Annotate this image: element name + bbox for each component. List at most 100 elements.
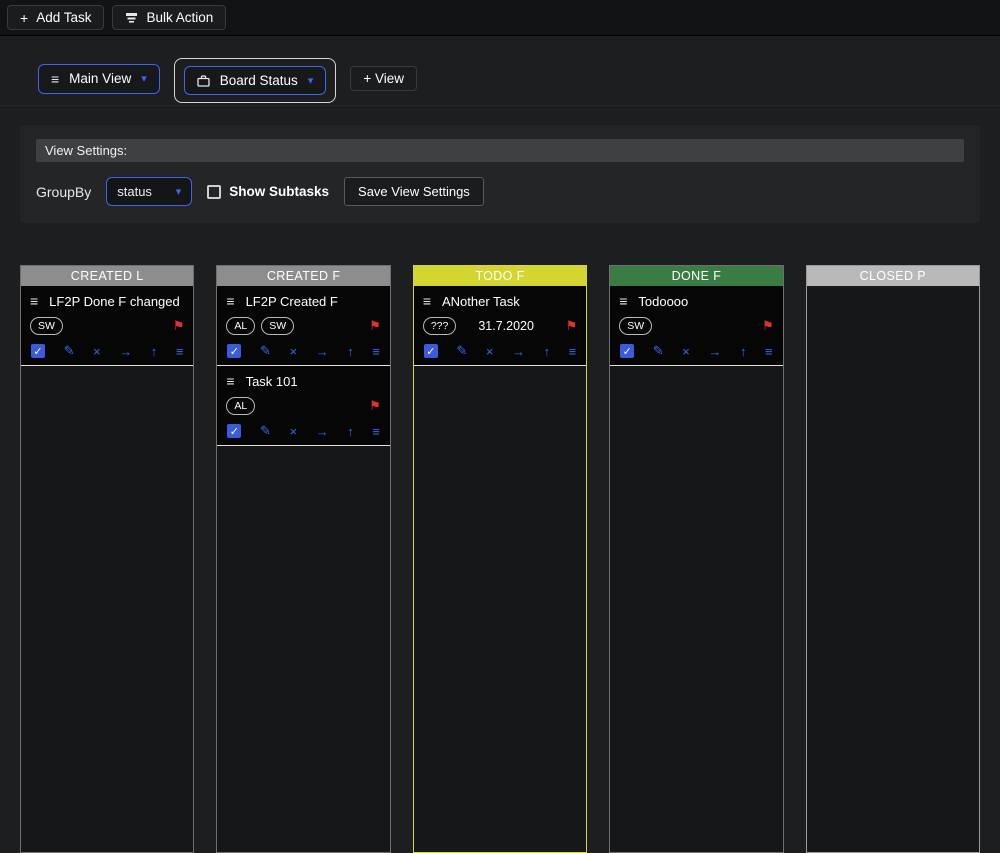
delete-icon[interactable]: × xyxy=(486,344,494,359)
card-title-row: ≡ LF2P Created F xyxy=(217,286,389,312)
card-title-row: ≡ Todoooo xyxy=(610,286,782,312)
task-title: Task 101 xyxy=(245,373,298,389)
task-card: ≡ Todoooo SW ⚑ ✓ ✎ × → ↑ ≡ xyxy=(610,286,783,366)
drag-handle-icon[interactable]: ≡ xyxy=(30,293,38,309)
edit-icon[interactable]: ✎ xyxy=(653,343,664,359)
top-toolbar: + Add Task Bulk Action xyxy=(0,0,1000,36)
check-icon: ✓ xyxy=(229,425,240,438)
task-checkbox[interactable]: ✓ xyxy=(227,344,242,358)
card-title-row: ≡ LF2P Done F changed xyxy=(21,286,193,312)
task-title: LF2P Created F xyxy=(245,293,338,309)
edit-icon[interactable]: ✎ xyxy=(260,343,271,359)
column-header: CLOSED P xyxy=(806,266,980,286)
column-header: CREATED F xyxy=(217,266,390,286)
assignee-badge: SW xyxy=(619,317,653,335)
move-right-icon[interactable]: → xyxy=(708,344,721,359)
menu-icon: ≡ xyxy=(51,70,60,87)
check-icon: ✓ xyxy=(229,345,240,358)
show-subtasks-label: Show Subtasks xyxy=(229,184,330,199)
flag-icon[interactable]: ⚑ xyxy=(173,318,185,334)
edit-icon[interactable]: ✎ xyxy=(456,343,467,359)
add-task-label: Add Task xyxy=(36,10,92,25)
flag-icon[interactable]: ⚑ xyxy=(369,318,381,334)
flag-icon[interactable]: ⚑ xyxy=(762,318,774,334)
drag-handle-icon[interactable]: ≡ xyxy=(619,293,627,309)
details-icon[interactable]: ≡ xyxy=(176,344,184,359)
card-title-row: ≡ Task 101 xyxy=(217,366,389,392)
assignee-badge: SW xyxy=(30,317,63,335)
show-subtasks-checkbox[interactable] xyxy=(207,184,222,199)
details-icon[interactable]: ≡ xyxy=(372,424,380,439)
add-view-label: + View xyxy=(363,71,404,86)
card-actions: ✓ ✎ × → ↑ ≡ xyxy=(21,340,193,365)
flag-icon[interactable]: ⚑ xyxy=(369,398,381,414)
delete-icon[interactable]: × xyxy=(289,344,297,359)
move-up-icon[interactable]: ↑ xyxy=(347,424,354,439)
task-card: ≡ LF2P Done F changed SW ⚑ ✓ ✎ × → ↑ ≡ xyxy=(21,286,194,366)
edit-icon[interactable]: ✎ xyxy=(64,343,75,359)
move-up-icon[interactable]: ↑ xyxy=(544,344,551,359)
tab-board-status-active: Board Status ▾ xyxy=(173,58,337,103)
chevron-down-icon: ▾ xyxy=(307,75,314,87)
task-title: LF2P Done F changed xyxy=(49,293,180,309)
task-card: ≡ Task 101 AL ⚑ ✓ ✎ × → ↑ ≡ xyxy=(217,366,390,446)
board-column-created-l: CREATED L ≡ LF2P Done F changed SW ⚑ ✓ ✎… xyxy=(20,265,195,853)
card-title-row: ≡ ANother Task xyxy=(414,286,586,312)
delete-icon[interactable]: × xyxy=(682,344,690,359)
assignee-badge: AL xyxy=(226,317,256,335)
save-view-settings-button[interactable]: Save View Settings xyxy=(344,177,484,206)
move-up-icon[interactable]: ↑ xyxy=(151,344,158,359)
details-icon[interactable]: ≡ xyxy=(765,344,773,359)
card-badge-row: ??? 31.7.2020 ⚑ xyxy=(414,312,586,340)
column-header: DONE F xyxy=(610,266,783,286)
assignee-badge: AL xyxy=(226,397,256,415)
groupby-select[interactable]: status ▾ xyxy=(106,177,193,206)
board-column-created-f: CREATED F ≡ LF2P Created F AL SW ⚑ ✓ ✎ ×… xyxy=(216,265,391,853)
task-checkbox[interactable]: ✓ xyxy=(227,424,242,438)
chevron-down-icon: ▾ xyxy=(175,186,182,198)
view-settings-header: View Settings: xyxy=(36,139,964,162)
card-badge-row: AL SW ⚑ xyxy=(217,312,389,340)
assignee-badge: SW xyxy=(261,317,295,335)
task-checkbox[interactable]: ✓ xyxy=(423,344,438,358)
details-icon[interactable]: ≡ xyxy=(372,344,380,359)
card-actions: ✓ ✎ × → ↑ ≡ xyxy=(610,340,782,365)
card-badge-row: SW ⚑ xyxy=(21,312,193,340)
task-checkbox[interactable]: ✓ xyxy=(31,344,45,358)
delete-icon[interactable]: × xyxy=(93,344,101,359)
bulk-action-label: Bulk Action xyxy=(146,10,214,25)
task-checkbox[interactable]: ✓ xyxy=(620,344,635,358)
task-title: ANother Task xyxy=(441,293,520,309)
move-right-icon[interactable]: → xyxy=(512,344,525,359)
move-right-icon[interactable]: → xyxy=(316,344,329,359)
drag-handle-icon[interactable]: ≡ xyxy=(226,373,234,389)
add-task-button[interactable]: + Add Task xyxy=(7,5,105,30)
main-view-dropdown[interactable]: ≡ Main View ▾ xyxy=(38,63,160,94)
view-tabs: ≡ Main View ▾ Board Status ▾ + View xyxy=(0,36,1000,106)
drag-handle-icon[interactable]: ≡ xyxy=(423,293,431,309)
board-column-todo-f: TODO F ≡ ANother Task ??? 31.7.2020 ⚑ ✓ … xyxy=(412,265,588,853)
add-view-button[interactable]: + View xyxy=(350,66,417,91)
task-title: Todoooo xyxy=(638,293,689,309)
move-right-icon[interactable]: → xyxy=(316,424,329,439)
bulk-action-button[interactable]: Bulk Action xyxy=(112,5,227,30)
task-card: ≡ ANother Task ??? 31.7.2020 ⚑ ✓ ✎ × → ↑… xyxy=(413,286,587,366)
chevron-down-icon: ▾ xyxy=(141,73,147,85)
groupby-selected-value: status xyxy=(117,184,152,199)
move-up-icon[interactable]: ↑ xyxy=(347,344,354,359)
plus-icon: + xyxy=(20,9,29,26)
board-column-done-f: DONE F ≡ Todoooo SW ⚑ ✓ ✎ × → ↑ ≡ xyxy=(609,265,784,853)
card-badge-row: AL ⚑ xyxy=(217,392,389,420)
details-icon[interactable]: ≡ xyxy=(569,344,577,359)
board-column-closed-p: CLOSED P xyxy=(805,265,981,853)
drag-handle-icon[interactable]: ≡ xyxy=(226,293,234,309)
board-status-dropdown[interactable]: Board Status ▾ xyxy=(183,66,327,95)
card-actions: ✓ ✎ × → ↑ ≡ xyxy=(414,340,586,365)
move-right-icon[interactable]: → xyxy=(119,344,132,359)
view-settings-panel: View Settings: GroupBy status ▾ Show Sub… xyxy=(20,125,980,223)
delete-icon[interactable]: × xyxy=(289,424,297,439)
main-view-label: Main View xyxy=(69,71,132,86)
move-up-icon[interactable]: ↑ xyxy=(740,344,747,359)
edit-icon[interactable]: ✎ xyxy=(260,423,271,439)
flag-icon[interactable]: ⚑ xyxy=(566,318,578,334)
